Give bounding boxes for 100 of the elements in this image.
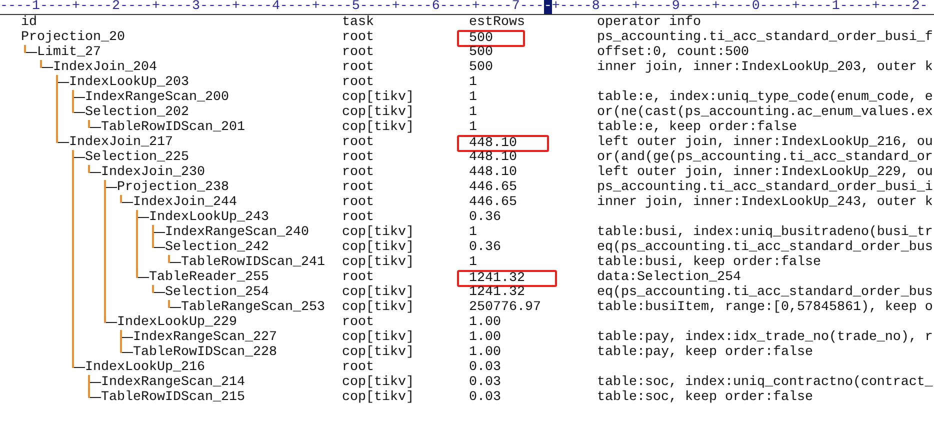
task-cell: cop[tikv] — [342, 240, 414, 255]
operator-id: Selection_242 — [165, 240, 269, 255]
operator-id: Selection_254 — [165, 285, 269, 300]
operator-id: IndexJoin_217 — [69, 135, 173, 150]
operator-id: Selection_202 — [85, 105, 189, 120]
task-cell: cop[tikv] — [342, 375, 414, 390]
operator-info-cell: eq(ps_accounting.ti_acc_standard_order_bus — [597, 240, 933, 255]
ruler-cursor: - — [544, 0, 552, 14]
est-rows-cell: 0.03 — [469, 390, 501, 405]
operator-id: Projection_238 — [117, 180, 229, 195]
task-cell: root — [342, 45, 374, 60]
task-cell: root — [342, 30, 374, 45]
operator-id: TableRowIDScan_201 — [101, 120, 245, 135]
operator-id: IndexRangeScan_227 — [133, 330, 277, 345]
operator-id: IndexLookUp_203 — [69, 75, 189, 90]
est-rows-cell: 500 — [457, 30, 525, 47]
operator-info-cell: or(and(ge(ps_accounting.ti_acc_standard_or — [597, 150, 933, 165]
operator-id: TableRowIDScan_215 — [101, 390, 245, 405]
operator-id: TableRowIDScan_241 — [181, 255, 325, 270]
task-cell: root — [342, 210, 374, 225]
column-header: operator info — [597, 15, 701, 30]
task-cell: root — [342, 165, 374, 180]
operator-id: TableRangeScan_253 — [181, 300, 325, 315]
task-cell: cop[tikv] — [342, 120, 414, 135]
operator-id: TableReader_255 — [149, 270, 269, 285]
task-cell: cop[tikv] — [342, 255, 414, 270]
est-rows-cell: 500 — [469, 45, 493, 60]
operator-info-cell: table:soc, index:uniq_contractno(contract_ — [597, 375, 933, 390]
column-header: estRows — [469, 15, 525, 30]
operator-id: Projection_20 — [21, 30, 125, 45]
est-rows-cell: 500 — [469, 60, 493, 75]
operator-info-cell: table:pay, index:idx_trade_no(trade_no), r — [597, 330, 933, 345]
task-cell: cop[tikv] — [342, 105, 414, 120]
est-rows-cell: 1.00 — [469, 345, 501, 360]
est-rows-cell: 0.36 — [469, 240, 501, 255]
task-cell: root — [342, 75, 374, 90]
est-rows-cell: 1241.32 — [457, 270, 557, 287]
est-rows-cell: 1 — [469, 225, 477, 240]
task-cell: cop[tikv] — [342, 225, 414, 240]
column-header: id — [21, 15, 37, 30]
operator-info-cell: data:Selection_254 — [597, 270, 741, 285]
operator-id: Limit_27 — [37, 45, 101, 60]
task-cell: cop[tikv] — [342, 345, 414, 360]
est-rows-cell: 446.65 — [469, 195, 517, 210]
task-cell: root — [342, 150, 374, 165]
task-cell: root — [342, 315, 374, 330]
operator-info-cell: table:e, keep order:false — [597, 120, 797, 135]
column-header: task — [342, 15, 374, 30]
operator-id: IndexRangeScan_200 — [85, 90, 229, 105]
task-cell: root — [342, 135, 374, 150]
operator-id: IndexLookUp_229 — [117, 315, 237, 330]
task-cell: cop[tikv] — [342, 90, 414, 105]
operator-info-cell: left outer join, inner:IndexLookUp_216, ou — [597, 135, 933, 150]
operator-id: Selection_225 — [85, 150, 189, 165]
operator-id: IndexRangeScan_240 — [165, 225, 309, 240]
est-rows-cell: 1 — [469, 120, 477, 135]
operator-info-cell: offset:0, count:500 — [597, 45, 749, 60]
operator-id: IndexRangeScan_214 — [101, 375, 245, 390]
est-rows-cell: 1 — [469, 105, 477, 120]
task-cell: cop[tikv] — [342, 285, 414, 300]
est-rows-cell: 0.03 — [469, 360, 501, 375]
operator-info-cell: table:pay, keep order:false — [597, 345, 813, 360]
operator-id: IndexJoin_230 — [101, 165, 205, 180]
est-rows-cell: 448.10 — [469, 165, 517, 180]
operator-info-cell: table:busiItem, range:[0,57845861), keep o — [597, 300, 933, 315]
est-rows-cell: 1.00 — [469, 315, 501, 330]
task-cell: root — [342, 180, 374, 195]
operator-info-cell: table:busi, index:uniq_busitradeno(busi_tr — [597, 225, 933, 240]
operator-info-cell: table:e, index:uniq_type_code(enum_code, e — [597, 90, 933, 105]
task-cell: root — [342, 60, 374, 75]
est-rows-cell: 1241.32 — [469, 285, 525, 300]
operator-id: IndexJoin_244 — [133, 195, 237, 210]
operator-info-cell: inner join, inner:IndexLookUp_203, outer k — [597, 60, 933, 75]
operator-info-cell: ps_accounting.ti_acc_standard_order_busi_f — [597, 30, 933, 45]
operator-info-cell: left outer join, inner:IndexLookUp_229, ou — [597, 165, 933, 180]
task-cell: cop[tikv] — [342, 300, 414, 315]
operator-id: TableRowIDScan_228 — [133, 345, 277, 360]
operator-info-cell: eq(ps_accounting.ti_acc_standard_order_bus — [597, 285, 933, 300]
operator-id: IndexLookUp_243 — [149, 210, 269, 225]
operator-info-cell: table:soc, keep order:false — [597, 390, 813, 405]
operator-info-cell: inner join, inner:IndexLookUp_243, outer k — [597, 195, 933, 210]
est-rows-cell: 0.03 — [469, 375, 501, 390]
est-rows-cell: 1 — [469, 255, 477, 270]
operator-info-cell: table:busi, keep order:false — [597, 255, 821, 270]
operator-id: IndexLookUp_216 — [85, 360, 205, 375]
est-rows-cell: 448.10 — [457, 135, 549, 152]
est-rows-cell: 1 — [469, 90, 477, 105]
est-rows-cell: 1 — [469, 75, 477, 90]
est-rows-cell: 0.36 — [469, 210, 501, 225]
ruler-marks: +----8----+----9----+----0----+----1----+----2- — [552, 0, 928, 14]
task-cell: root — [342, 270, 374, 285]
est-rows-cell: 250776.97 — [469, 300, 541, 315]
est-rows-cell: 1.00 — [469, 330, 501, 345]
task-cell: root — [342, 195, 374, 210]
est-rows-cell: 448.10 — [469, 150, 517, 165]
est-rows-cell: 446.65 — [469, 180, 517, 195]
task-cell: cop[tikv] — [342, 330, 414, 345]
operator-info-cell: ps_accounting.ti_acc_standard_order_busi_i — [597, 180, 933, 195]
operator-id: IndexJoin_204 — [53, 60, 157, 75]
task-cell: root — [342, 360, 374, 375]
